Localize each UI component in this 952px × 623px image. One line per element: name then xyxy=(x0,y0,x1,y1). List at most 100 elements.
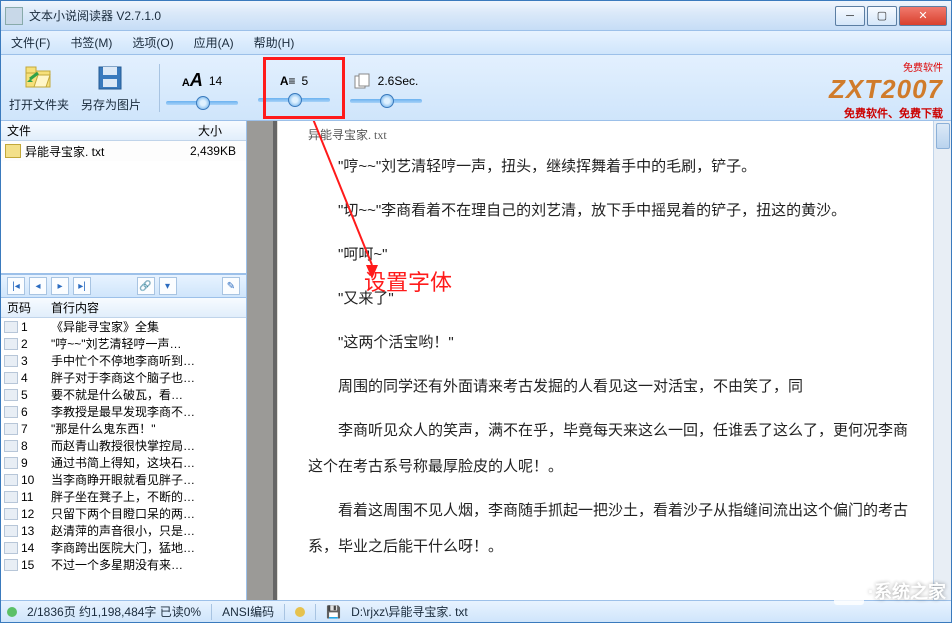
chapter-num: 11 xyxy=(21,490,51,504)
chapter-pane: 页码 首行内容 1《异能寻宝家》全集2"哼~~"刘艺清轻哼一声…3手中忙个不停地… xyxy=(1,298,246,600)
menu-app[interactable]: 应用(A) xyxy=(194,34,234,51)
brand-area: 免费软件 ZXT2007 免费软件、免费下载 xyxy=(829,59,943,121)
font-icon: AA xyxy=(182,70,203,91)
nav-next-button[interactable]: ▸ xyxy=(51,277,69,295)
file-icon xyxy=(5,144,21,158)
chapter-text: 不过一个多星期没有来… xyxy=(51,556,246,573)
open-folder-label: 打开文件夹 xyxy=(9,96,69,113)
nav-last-button[interactable]: ▸| xyxy=(73,277,91,295)
chapter-text: 要不就是什么破瓦，看… xyxy=(51,386,246,403)
chapter-text: 赵清萍的声音很小，只是… xyxy=(51,522,246,539)
reader-paragraph: "呵呵~" xyxy=(308,237,911,273)
brand-logo: ZXT2007 xyxy=(829,74,943,105)
scrollbar-thumb[interactable] xyxy=(936,123,950,149)
page-icon xyxy=(4,457,18,469)
nav-first-button[interactable]: |◂ xyxy=(7,277,25,295)
menu-bookmark[interactable]: 书签(M) xyxy=(70,34,112,51)
chapter-row[interactable]: 5要不就是什么破瓦，看… xyxy=(1,386,246,403)
chapter-text: 当李商睁开眼就看见胖子… xyxy=(51,471,246,488)
file-name: 异能寻宝家. txt xyxy=(25,143,155,160)
chapter-row[interactable]: 10当李商睁开眼就看见胖子… xyxy=(1,471,246,488)
chapter-row[interactable]: 8而赵青山教授很快掌控局… xyxy=(1,437,246,454)
menu-file[interactable]: 文件(F) xyxy=(11,34,50,51)
chapter-row[interactable]: 11胖子坐在凳子上，不断的… xyxy=(1,488,246,505)
chapter-col-first[interactable]: 首行内容 xyxy=(51,299,246,316)
file-pane-empty xyxy=(1,161,246,273)
chapter-row[interactable]: 15不过一个多星期没有来… xyxy=(1,556,246,573)
page-icon xyxy=(4,525,18,537)
font-size-value: 14 xyxy=(209,74,222,88)
status-path: D:\rjxz\异能寻宝家. txt xyxy=(351,603,468,620)
chapter-row[interactable]: 12只留下两个目瞪口呆的两… xyxy=(1,505,246,522)
chapter-row[interactable]: 14李商跨出医院大门，猛地… xyxy=(1,539,246,556)
nav-prev-button[interactable]: ◂ xyxy=(29,277,47,295)
interval-control[interactable]: 2.6Sec. xyxy=(350,73,422,103)
reader-paragraph: 看着这周围不见人烟，李商随手抓起一把沙土，看着沙子从指缝间流出这个偏门的考古系，… xyxy=(308,493,911,565)
menu-options[interactable]: 选项(O) xyxy=(132,34,173,51)
tag-button[interactable]: ▾ xyxy=(159,277,177,295)
chapter-num: 9 xyxy=(21,456,51,470)
maximize-button[interactable]: ▢ xyxy=(867,6,897,26)
reader-tab: 异能寻宝家. txt xyxy=(308,121,387,150)
font-size-slider[interactable] xyxy=(166,101,238,105)
file-header: 文件 大小 xyxy=(1,121,246,141)
open-folder-button[interactable]: 打开文件夹 xyxy=(9,62,69,113)
chapter-num: 7 xyxy=(21,422,51,436)
menu-help[interactable]: 帮助(H) xyxy=(254,34,295,51)
reader-paragraph: "这两个活宝哟！" xyxy=(308,325,911,361)
separator xyxy=(159,64,160,112)
chapter-text: "那是什么鬼东西！" xyxy=(51,420,246,437)
reader-paragraph: "又来了" xyxy=(308,281,911,317)
interval-slider[interactable] xyxy=(350,99,422,103)
chapter-text: "哼~~"刘艺清轻哼一声… xyxy=(51,335,246,352)
file-col-size[interactable]: 大小 xyxy=(151,122,246,139)
chapter-text: 手中忙个不停地李商听到… xyxy=(51,352,246,369)
save-as-image-button[interactable]: 另存为图片 xyxy=(81,62,141,113)
chapter-num: 5 xyxy=(21,388,51,402)
titlebar[interactable]: 文本小说阅读器 V2.7.1.0 ─ ▢ ✕ xyxy=(1,1,951,31)
chapter-row[interactable]: 6李教授是最早发现李商不… xyxy=(1,403,246,420)
body-area: 文件 大小 异能寻宝家. txt2,439KB |◂ ◂ ▸ ▸| 🔗 ▾ ✎ xyxy=(1,121,951,600)
status-encoding: ANSI编码 xyxy=(222,603,274,620)
chapter-num: 10 xyxy=(21,473,51,487)
reader-area: 异能寻宝家. txt "哼~~"刘艺清轻哼一声，扭头，继续挥舞着手中的毛刷，铲子… xyxy=(247,121,951,600)
toolbar: 打开文件夹 另存为图片 AA 14 A≡ 5 2. xyxy=(1,55,951,121)
statusbar: 2/1836页 约1,198,484字 已读0% ANSI编码 💾 D:\rjx… xyxy=(1,600,951,622)
chapter-row[interactable]: 13赵清萍的声音很小，只是… xyxy=(1,522,246,539)
app-window: 文本小说阅读器 V2.7.1.0 ─ ▢ ✕ 文件(F) 书签(M) 选项(O)… xyxy=(0,0,952,623)
page-icon xyxy=(4,321,18,333)
edit-button[interactable]: ✎ xyxy=(222,277,240,295)
interval-value: 2.6Sec. xyxy=(378,74,419,88)
chapter-row[interactable]: 2"哼~~"刘艺清轻哼一声… xyxy=(1,335,246,352)
minimize-button[interactable]: ─ xyxy=(835,6,865,26)
brand-free: 免费软件 xyxy=(829,59,943,74)
reader-page[interactable]: 异能寻宝家. txt "哼~~"刘艺清轻哼一声，扭头，继续挥舞着手中的毛刷，铲子… xyxy=(277,121,933,600)
chapter-num: 6 xyxy=(21,405,51,419)
chapter-num: 13 xyxy=(21,524,51,538)
close-button[interactable]: ✕ xyxy=(899,6,947,26)
file-row[interactable]: 异能寻宝家. txt2,439KB xyxy=(1,141,246,161)
chapter-row[interactable]: 4胖子对于李商这个脑子也… xyxy=(1,369,246,386)
reader-scrollbar[interactable] xyxy=(933,121,951,600)
link-button[interactable]: 🔗 xyxy=(137,277,155,295)
page-icon xyxy=(4,559,18,571)
page-icon xyxy=(4,355,18,367)
page-icon xyxy=(4,474,18,486)
chapter-text: 李商跨出医院大门，猛地… xyxy=(51,539,246,556)
file-col-name[interactable]: 文件 xyxy=(1,122,151,139)
status-dot2-icon xyxy=(295,607,305,617)
chapter-num: 15 xyxy=(21,558,51,572)
watermark-text: ·系统之家 xyxy=(868,578,946,604)
font-size-control[interactable]: AA 14 xyxy=(166,70,238,105)
reader-paragraph: 李商听见众人的笑声，满不在乎，毕竟每天来这么一回，任谁丢了这么了，更何况李商这个… xyxy=(308,413,911,485)
menubar: 文件(F) 书签(M) 选项(O) 应用(A) 帮助(H) xyxy=(1,31,951,55)
chapter-row[interactable]: 1《异能寻宝家》全集 xyxy=(1,318,246,335)
sidebar: 文件 大小 异能寻宝家. txt2,439KB |◂ ◂ ▸ ▸| 🔗 ▾ ✎ xyxy=(1,121,247,600)
page-icon xyxy=(4,508,18,520)
chapter-num: 14 xyxy=(21,541,51,555)
chapter-col-page[interactable]: 页码 xyxy=(1,299,51,316)
chapter-row[interactable]: 9通过书简上得知，这块石… xyxy=(1,454,246,471)
chapter-row[interactable]: 3手中忙个不停地李商听到… xyxy=(1,352,246,369)
chapter-list[interactable]: 1《异能寻宝家》全集2"哼~~"刘艺清轻哼一声…3手中忙个不停地李商听到…4胖子… xyxy=(1,318,246,600)
chapter-row[interactable]: 7"那是什么鬼东西！" xyxy=(1,420,246,437)
